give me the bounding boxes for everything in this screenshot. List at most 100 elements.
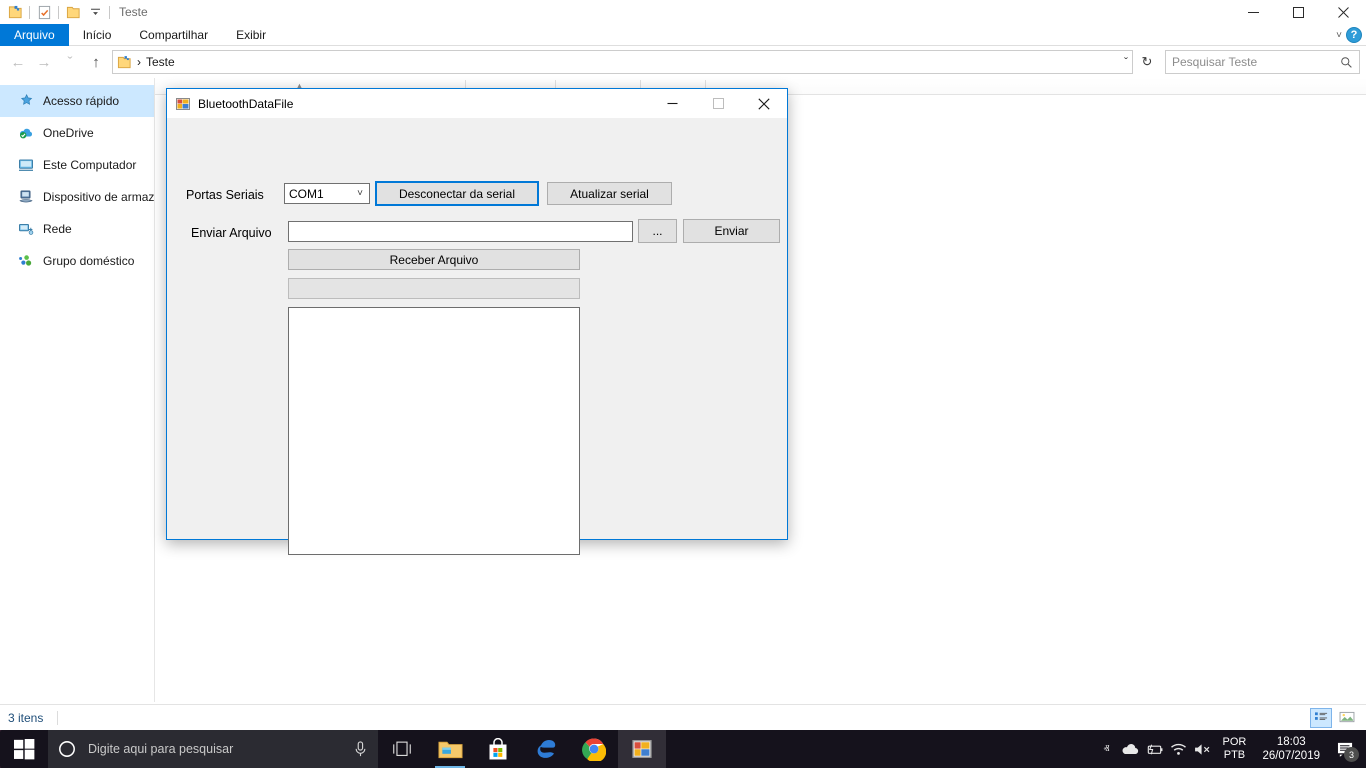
chevron-down-icon[interactable]: ˅ — [1336, 30, 1342, 41]
explorer-maximize-button[interactable] — [1276, 0, 1321, 24]
large-icons-view-button[interactable] — [1336, 708, 1358, 728]
taskbar-microsoft-store[interactable] — [474, 730, 522, 768]
back-button[interactable]: ← — [6, 50, 30, 74]
storage-device-icon — [18, 189, 34, 205]
ribbon-right-controls: ˅ ? — [1336, 24, 1362, 46]
folder-icon[interactable] — [62, 1, 84, 23]
homegroup-icon — [18, 253, 34, 269]
sidebar-label: Acesso rápido — [43, 94, 120, 108]
sidebar-label: Dispositivo de armaz — [43, 190, 154, 204]
dialog-titlebar[interactable]: BluetoothDataFile — [167, 89, 787, 118]
explorer-close-button[interactable] — [1321, 0, 1366, 24]
receive-file-button[interactable]: Receber Arquivo — [288, 249, 580, 270]
breadcrumb-current-folder[interactable]: Teste — [146, 55, 175, 69]
navigation-pane: Acesso rápido OneDrive Este Computador D… — [0, 78, 155, 702]
taskbar: Digite aqui para pesquisar ⱏ POR PTB 18:… — [0, 730, 1366, 768]
view-mode-buttons — [1310, 707, 1358, 728]
folder-icon — [437, 741, 463, 759]
clock-time: 18:03 — [1276, 736, 1306, 748]
clock-date: 26/07/2019 — [1262, 750, 1320, 762]
taskbar-file-explorer[interactable] — [426, 730, 474, 768]
tab-arquivo[interactable]: Arquivo — [0, 24, 69, 46]
language-indicator[interactable]: POR PTB — [1214, 736, 1254, 762]
tab-compartilhar[interactable]: Compartilhar — [125, 24, 222, 46]
chevron-down-icon[interactable]: ˇ — [1124, 55, 1128, 69]
log-textarea[interactable] — [288, 307, 580, 555]
qat-separator-1 — [29, 5, 30, 19]
search-input[interactable]: Pesquisar Teste — [1165, 50, 1360, 74]
qat-separator-2 — [58, 5, 59, 19]
sidebar-item-rede[interactable]: Rede — [0, 213, 154, 245]
dialog-body: Portas Seriais COM1 ˅ Desconectar da ser… — [167, 118, 787, 555]
breadcrumb-separator: › — [137, 55, 141, 69]
language-line-2: PTB — [1223, 749, 1246, 761]
ribbon-tab-bar: Arquivo Início Compartilhar Exibir ˅ ? — [0, 24, 1366, 46]
breadcrumb-folder-icon — [117, 55, 131, 68]
explorer-caption-buttons — [1231, 0, 1366, 24]
clock[interactable]: 18:03 26/07/2019 — [1254, 735, 1328, 763]
search-placeholder: Pesquisar Teste — [1172, 55, 1258, 69]
sidebar-item-acesso-rapido[interactable]: Acesso rápido — [0, 85, 154, 117]
search-icon — [1341, 56, 1352, 68]
taskbar-chrome[interactable] — [570, 730, 618, 768]
send-button[interactable]: Enviar — [683, 219, 780, 243]
microphone-icon — [355, 740, 366, 756]
taskbar-edge[interactable] — [522, 730, 570, 768]
address-bar: ← → ˇ ↑ › Teste ˇ ↻ Pesquisar Teste — [0, 46, 1366, 78]
quick-access-toolbar[interactable] — [0, 0, 113, 24]
properties-icon[interactable] — [33, 1, 55, 23]
disconnect-serial-button[interactable]: Desconectar da serial — [375, 181, 539, 206]
tab-exibir[interactable]: Exibir — [222, 24, 280, 46]
explorer-minimize-button[interactable] — [1231, 0, 1276, 24]
forward-button[interactable]: → — [32, 50, 56, 74]
serial-ports-label: Portas Seriais — [186, 188, 264, 202]
system-tray: ⱏ POR PTB 18:03 26/07/2019 3 — [1094, 730, 1366, 768]
details-view-button[interactable] — [1310, 707, 1332, 728]
show-hidden-icons-button[interactable]: ⱏ — [1094, 730, 1118, 768]
sidebar-item-onedrive[interactable]: OneDrive — [0, 117, 154, 149]
tab-inicio[interactable]: Início — [69, 24, 126, 46]
file-path-input[interactable] — [288, 221, 633, 242]
network-icon — [18, 221, 34, 237]
serial-port-select[interactable]: COM1 ˅ — [284, 183, 370, 204]
explorer-titlebar: Teste — [0, 0, 1366, 24]
address-dropdown[interactable]: ˇ — [1124, 55, 1128, 69]
sidebar-item-este-computador[interactable]: Este Computador — [0, 149, 154, 181]
refresh-serial-button[interactable]: Atualizar serial — [547, 182, 672, 205]
up-button[interactable]: ↑ — [84, 50, 108, 74]
status-separator — [57, 710, 59, 725]
battery-icon[interactable] — [1142, 730, 1166, 768]
start-button[interactable] — [0, 730, 48, 768]
this-pc-monitor-icon — [18, 157, 34, 173]
sidebar-item-dispositivo-de-armazenamento[interactable]: Dispositivo de armaz — [0, 181, 154, 213]
sidebar-item-grupo-domestico[interactable]: Grupo doméstico — [0, 245, 154, 277]
wifi-icon[interactable] — [1166, 730, 1190, 768]
cloud-icon[interactable] — [1118, 730, 1142, 768]
browse-button[interactable]: ... — [638, 219, 677, 243]
dialog-maximize-button[interactable] — [695, 89, 741, 118]
dialog-title: BluetoothDataFile — [198, 96, 294, 111]
store-bag-icon — [489, 737, 507, 759]
pin-star-icon — [18, 93, 34, 109]
dropdown-customize-icon[interactable] — [84, 1, 106, 23]
refresh-button[interactable]: ↻ — [1135, 50, 1159, 74]
serial-port-value: COM1 — [289, 186, 324, 201]
cortana-search-box[interactable]: Digite aqui para pesquisar — [48, 730, 378, 768]
task-view-button[interactable] — [378, 730, 426, 768]
progress-bar — [288, 278, 580, 299]
folder-new-icon[interactable] — [4, 1, 26, 23]
notification-center-button[interactable]: 3 — [1328, 730, 1362, 768]
taskbar-bluetoothdatafile[interactable] — [618, 730, 666, 768]
item-count-label: 3 itens — [8, 710, 44, 725]
dialog-close-button[interactable] — [741, 89, 787, 118]
explorer-window-title: Teste — [119, 5, 148, 19]
volume-muted-icon[interactable] — [1190, 730, 1214, 768]
help-icon[interactable]: ? — [1346, 27, 1362, 43]
chevron-down-icon[interactable]: ˅ — [357, 188, 363, 199]
winforms-app-icon — [632, 740, 652, 758]
dialog-minimize-button[interactable] — [649, 89, 695, 118]
recent-locations-button[interactable]: ˇ — [58, 50, 82, 74]
breadcrumb[interactable]: › Teste — [117, 55, 175, 70]
address-input[interactable]: › Teste ˇ — [112, 50, 1133, 74]
sidebar-label: Rede — [43, 222, 72, 236]
